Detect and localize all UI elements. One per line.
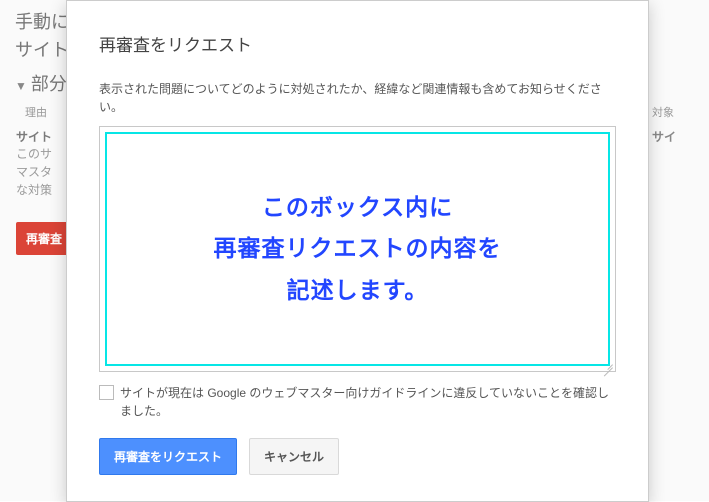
review-request-modal: 再審査をリクエスト 表示された問題についてどのように対処されたか、経緯など関連情…	[66, 0, 649, 502]
button-row: 再審査をリクエスト キャンセル	[99, 438, 616, 475]
cancel-button[interactable]: キャンセル	[249, 438, 339, 475]
confirm-checkbox-label: サイトが現在は Google のウェブマスター向けガイドラインに違反していないこ…	[120, 384, 616, 420]
target-label: 対象	[652, 104, 674, 120]
bg-section: ▼ 部分	[15, 70, 67, 96]
confirm-checkbox-row[interactable]: サイトが現在は Google のウェブマスター向けガイドラインに違反していないこ…	[99, 384, 616, 420]
modal-instruction: 表示された問題についてどのように対処されたか、経緯など関連情報も含めてお知らせく…	[99, 80, 616, 116]
submit-button[interactable]: 再審査をリクエスト	[99, 438, 237, 475]
reason-label: 理由	[25, 104, 47, 120]
textarea-wrapper: このボックス内に再審査リクエストの内容を記述します。	[99, 126, 616, 372]
side-text: このサ マスタ な対策	[16, 145, 66, 199]
site-label: サイ	[652, 128, 676, 145]
side-title: サイト	[16, 128, 52, 145]
bg-text-2: サイト	[15, 36, 69, 62]
modal-title: 再審査をリクエスト	[99, 31, 616, 56]
bg-text-1: 手動に	[15, 8, 69, 34]
confirm-checkbox[interactable]	[99, 385, 114, 400]
triangle-icon: ▼	[15, 79, 27, 93]
bg-review-button: 再審査	[16, 222, 72, 255]
bg-section-label: 部分	[31, 74, 67, 94]
review-request-textarea[interactable]	[99, 126, 616, 372]
